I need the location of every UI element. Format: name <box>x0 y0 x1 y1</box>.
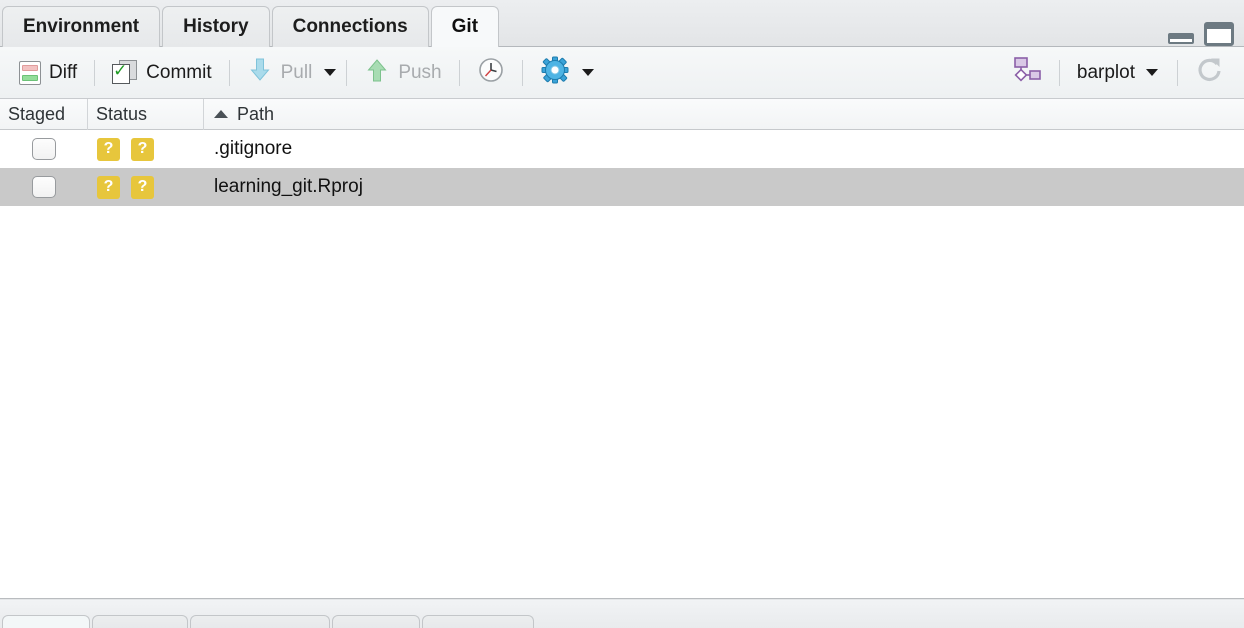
diff-button-label: Diff <box>49 61 78 83</box>
branch-name-label: barplot <box>1076 61 1135 83</box>
commit-button[interactable]: ✓ Commit <box>103 57 220 88</box>
staged-cell <box>0 138 88 160</box>
clock-history-icon <box>477 56 505 89</box>
diff-icon <box>19 60 41 85</box>
stage-checkbox[interactable] <box>32 176 56 198</box>
commit-icon: ✓ <box>112 60 138 85</box>
pull-button-label: Pull <box>280 61 313 83</box>
gear-icon <box>540 55 570 90</box>
toolbar-separator <box>346 59 348 86</box>
tab-connections-label: Connections <box>292 16 408 37</box>
sort-ascending-icon <box>214 110 228 118</box>
tab-git-label: Git <box>451 16 479 37</box>
toolbar-separator <box>521 59 523 86</box>
tab-history-label: History <box>183 16 249 37</box>
branch-dropdown-caret-icon <box>1146 69 1158 76</box>
status-badge: ? <box>97 137 120 161</box>
branch-selector[interactable]: barplot <box>1068 59 1169 87</box>
tab-bar-filler <box>501 5 1244 46</box>
status-badge: ? <box>131 137 154 161</box>
pull-button[interactable]: Pull <box>238 54 322 91</box>
push-button[interactable]: Push <box>355 54 450 91</box>
push-button-label: Push <box>398 61 442 83</box>
push-up-arrow-icon <box>364 57 390 88</box>
lower-tab[interactable] <box>422 615 534 628</box>
lower-tab[interactable] <box>332 615 420 628</box>
refresh-icon <box>1195 55 1225 90</box>
commit-button-label: Commit <box>146 61 212 83</box>
table-row[interactable]: ? ? learning_git.Rproj <box>0 168 1244 206</box>
tab-connections[interactable]: Connections <box>271 6 429 47</box>
lower-tab[interactable] <box>92 615 188 628</box>
toolbar-separator <box>1058 59 1060 86</box>
lower-tab[interactable] <box>190 615 330 628</box>
column-header-staged[interactable]: Staged <box>0 98 88 130</box>
branch-graph-button[interactable] <box>1003 52 1051 93</box>
diff-button[interactable]: Diff <box>10 58 86 88</box>
tab-git[interactable]: Git <box>430 6 500 47</box>
toolbar-separator <box>1177 59 1178 86</box>
column-header-status[interactable]: Status <box>88 98 204 130</box>
window-controls <box>1168 18 1234 46</box>
lower-tab[interactable] <box>2 615 90 628</box>
pane-tab-bar: Environment History Connections Git <box>0 0 1244 47</box>
status-badge: ? <box>97 175 120 199</box>
toolbar-separator <box>228 59 230 86</box>
lower-tab-group <box>2 615 534 628</box>
refresh-button[interactable] <box>1186 52 1234 93</box>
staged-cell <box>0 176 88 198</box>
column-header-path-label: Path <box>237 104 275 124</box>
file-path-label: .gitignore <box>214 138 293 159</box>
file-table-header: Staged Status Path <box>0 98 1244 130</box>
column-header-path[interactable]: Path <box>204 99 1244 130</box>
git-file-list: Staged Status Path ? ? .gitignore ? ? le… <box>0 98 1244 599</box>
status-badge: ? <box>131 175 154 199</box>
pull-dropdown-caret-icon[interactable] <box>324 69 337 76</box>
toolbar-separator <box>458 59 460 86</box>
git-pane: Environment History Connections Git Diff <box>0 0 1244 628</box>
minimize-icon[interactable] <box>1168 33 1194 44</box>
tab-history[interactable]: History <box>162 6 270 47</box>
more-options-button[interactable] <box>531 52 579 93</box>
tab-environment-label: Environment <box>23 16 140 37</box>
tab-environment[interactable]: Environment <box>2 6 161 47</box>
table-row[interactable]: ? ? .gitignore <box>0 130 1244 168</box>
file-path-label: learning_git.Rproj <box>214 176 363 197</box>
column-header-status-label: Status <box>96 104 148 124</box>
lower-pane-tab-bar <box>0 600 1244 628</box>
pull-down-arrow-icon <box>247 57 273 88</box>
branch-graph-icon <box>1012 55 1042 90</box>
toolbar-separator <box>94 59 96 86</box>
column-header-staged-label: Staged <box>8 104 66 124</box>
maximize-icon[interactable] <box>1204 22 1234 46</box>
status-cell: ? ? <box>88 137 204 161</box>
gear-dropdown-caret-icon[interactable] <box>581 69 594 76</box>
stage-checkbox[interactable] <box>32 138 56 160</box>
status-cell: ? ? <box>88 175 204 199</box>
git-toolbar: Diff ✓ Commit Pull Push barplot <box>0 47 1244 99</box>
history-button[interactable] <box>468 53 514 92</box>
